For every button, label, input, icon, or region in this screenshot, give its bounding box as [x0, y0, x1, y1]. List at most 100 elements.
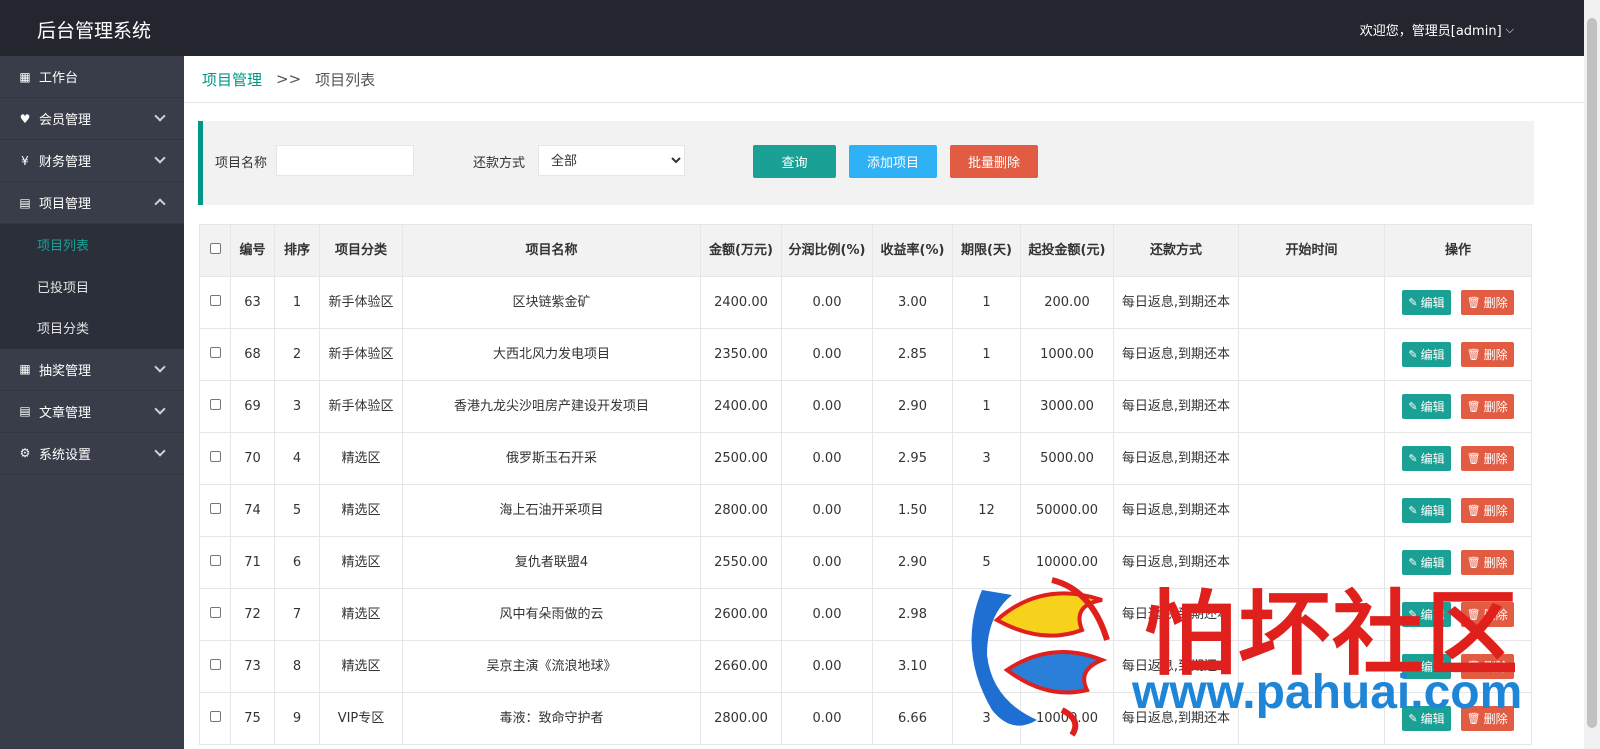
cell-amount: 2500.00 — [700, 432, 782, 485]
trash-icon: 🗑 — [1466, 295, 1481, 309]
row-checkbox[interactable] — [209, 502, 221, 514]
delete-button[interactable]: 🗑 删除 — [1460, 290, 1514, 315]
sidebar-item[interactable]: ▤ 项目管理 — [0, 182, 184, 224]
user-greeting: 欢迎您，管理员[admin] — [1359, 24, 1502, 39]
cell-name: 大西北风力发电项目 — [402, 328, 701, 381]
repay-method-select[interactable]: 全部 — [538, 145, 685, 176]
sidebar-item[interactable]: ¥ 财务管理 — [0, 140, 184, 182]
add-project-button[interactable]: 添加项目 — [849, 145, 937, 178]
column-header: 收益率(%) — [872, 224, 953, 277]
cell-name: 复仇者联盟4 — [402, 536, 701, 589]
cell-amount: 2550.00 — [700, 536, 782, 589]
cell-id: 72 — [230, 588, 275, 641]
cell-name: 海上石油开采项目 — [402, 484, 701, 537]
cell-actions: ✎ 编辑 🗑 删除 — [1384, 484, 1532, 537]
row-select-cell — [199, 432, 231, 485]
sidebar-item[interactable]: ♥ 会员管理 — [0, 98, 184, 140]
sidebar-item[interactable]: ▦ 抽奖管理 — [0, 349, 184, 391]
page-scrollbar[interactable] — [1584, 0, 1600, 749]
edit-button[interactable]: ✎ 编辑 — [1402, 446, 1451, 471]
column-header: 编号 — [230, 224, 275, 277]
column-header: 期限(天) — [952, 224, 1021, 277]
sidebar-item[interactable]: ▤ 文章管理 — [0, 391, 184, 433]
article-icon: ▤ — [19, 404, 31, 418]
row-checkbox[interactable] — [209, 710, 221, 722]
project-name-input[interactable] — [276, 145, 414, 176]
row-checkbox[interactable] — [209, 658, 221, 670]
row-checkbox[interactable] — [209, 606, 221, 618]
row-select-cell — [199, 692, 231, 745]
user-menu[interactable]: 欢迎您，管理员[admin] ⌵ — [1359, 20, 1514, 40]
chevron-down-icon: ⌵ — [1505, 22, 1514, 36]
query-button[interactable]: 查询 — [753, 145, 836, 178]
row-select-cell — [199, 536, 231, 589]
cell-amount: 2800.00 — [700, 484, 782, 537]
cell-share: 0.00 — [781, 328, 873, 381]
row-checkbox[interactable] — [209, 294, 221, 306]
delete-button[interactable]: 🗑 删除 — [1460, 446, 1514, 471]
trash-icon: 🗑 — [1466, 451, 1481, 465]
cell-term: 1 — [952, 276, 1021, 329]
cell-rate: 2.98 — [872, 588, 953, 641]
project-name-label: 项目名称 — [215, 156, 268, 171]
cell-id: 68 — [230, 328, 275, 381]
column-header: 金额(万元) — [700, 224, 782, 277]
edit-button[interactable]: ✎ 编辑 — [1402, 342, 1451, 367]
cell-rate: 2.85 — [872, 328, 953, 381]
edit-button[interactable]: ✎ 编辑 — [1402, 394, 1451, 419]
row-checkbox[interactable] — [209, 450, 221, 462]
scrollbar-thumb[interactable] — [1587, 18, 1597, 728]
delete-button[interactable]: 🗑 删除 — [1460, 342, 1514, 367]
sidebar-subitem[interactable]: 已投项目 — [0, 266, 184, 308]
edit-label: 编辑 — [1420, 295, 1445, 310]
finance-icon: ¥ — [21, 153, 29, 168]
gear-icon: ⚙ — [19, 446, 31, 460]
sidebar-subitem[interactable]: 项目列表 — [0, 224, 184, 266]
cell-rate: 2.90 — [872, 536, 953, 589]
sidebar-subitem[interactable]: 项目分类 — [0, 307, 184, 349]
watermark-url: www.pahuai.com — [1132, 666, 1523, 719]
cell-term: 3 — [952, 432, 1021, 485]
cell-category: 精选区 — [319, 588, 403, 641]
cell-rate: 3.00 — [872, 276, 953, 329]
sidebar-item[interactable]: ▦ 工作台 — [0, 56, 184, 98]
cell-id: 69 — [230, 380, 275, 433]
row-select-cell — [199, 380, 231, 433]
cell-min: 1000.00 — [1020, 328, 1114, 381]
breadcrumb-parent-link[interactable]: 项目管理 — [202, 69, 262, 90]
cell-share: 0.00 — [781, 692, 873, 745]
chevron-down-icon — [154, 360, 166, 373]
edit-button[interactable]: ✎ 编辑 — [1402, 290, 1451, 315]
delete-button[interactable]: 🗑 删除 — [1460, 394, 1514, 419]
edit-label: 编辑 — [1420, 347, 1445, 362]
cell-category: 新手体验区 — [319, 380, 403, 433]
cell-category: 精选区 — [319, 432, 403, 485]
cell-amount: 2350.00 — [700, 328, 782, 381]
column-header: 操作 — [1384, 224, 1532, 277]
select-all-checkbox[interactable] — [209, 242, 221, 254]
cell-name: 吴京主演《流浪地球》 — [402, 640, 701, 693]
row-checkbox[interactable] — [209, 398, 221, 410]
cell-id: 74 — [230, 484, 275, 537]
delete-label: 删除 — [1483, 295, 1508, 310]
row-checkbox[interactable] — [209, 346, 221, 358]
edit-button[interactable]: ✎ 编辑 — [1402, 498, 1451, 523]
column-header: 开始时间 — [1238, 224, 1385, 277]
sidebar-item-label: 会员管理 — [39, 113, 92, 128]
cell-actions: ✎ 编辑 🗑 删除 — [1384, 380, 1532, 433]
cell-amount: 2400.00 — [700, 276, 782, 329]
chevron-down-icon — [154, 152, 166, 164]
sidebar-item-label: 工作台 — [39, 71, 79, 86]
sidebar-item[interactable]: ⚙ 系统设置 — [0, 433, 184, 475]
cell-term: 1 — [952, 380, 1021, 433]
cell-rate: 1.50 — [872, 484, 953, 537]
batch-delete-button[interactable]: 批量删除 — [950, 145, 1038, 178]
row-checkbox[interactable] — [209, 554, 221, 566]
watermark-logo: 怕坏社区 www.pahuai.com — [952, 560, 1542, 740]
cell-start — [1238, 328, 1385, 381]
project-submenu: 项目列表 已投项目 项目分类 — [0, 224, 184, 349]
delete-button[interactable]: 🗑 删除 — [1460, 498, 1514, 523]
cell-repay: 每日返息,到期还本 — [1113, 328, 1239, 381]
cell-sort: 4 — [274, 432, 320, 485]
cell-repay: 每日返息,到期还本 — [1113, 484, 1239, 537]
